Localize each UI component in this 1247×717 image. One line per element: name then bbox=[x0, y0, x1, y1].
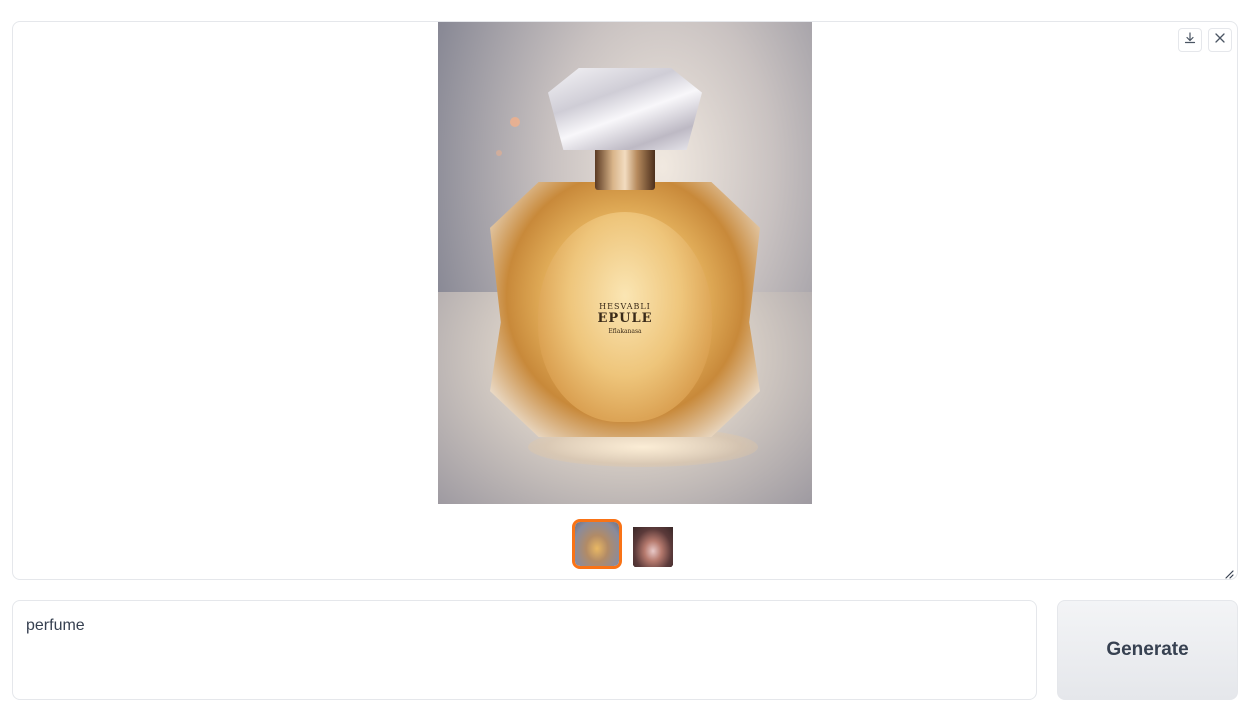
thumbnail-image-2 bbox=[633, 526, 673, 567]
prompt-input[interactable]: perfume bbox=[12, 600, 1037, 700]
thumbnail-image-1 bbox=[575, 522, 619, 566]
perfume-bottle-thumbnail[interactable] bbox=[572, 519, 622, 569]
perfume-portrait-thumbnail[interactable] bbox=[632, 519, 674, 569]
bottle-label-line2: EPULE bbox=[597, 311, 653, 326]
download-button[interactable] bbox=[1178, 28, 1202, 52]
download-icon bbox=[1184, 31, 1196, 49]
bokeh-sparkle bbox=[510, 117, 520, 127]
bottle-label-line3: Eflakanasa bbox=[608, 328, 642, 335]
bottle-cap bbox=[548, 68, 702, 150]
generated-image[interactable]: HESVABLI EPULE Eflakanasa bbox=[438, 22, 812, 504]
generate-button[interactable]: Generate bbox=[1057, 600, 1238, 700]
close-icon bbox=[1214, 31, 1226, 49]
bottle-label: HESVABLI EPULE Eflakanasa bbox=[575, 302, 675, 335]
image-gallery: HESVABLI EPULE Eflakanasa bbox=[12, 21, 1238, 580]
bokeh-sparkle bbox=[496, 150, 502, 156]
thumbnail-strip bbox=[572, 519, 674, 569]
close-button[interactable] bbox=[1208, 28, 1232, 52]
prompt-value: perfume bbox=[26, 617, 85, 634]
resize-handle-icon[interactable] bbox=[1224, 566, 1234, 579]
bottle-neck bbox=[595, 146, 655, 190]
bottle-label-line1: HESVABLI bbox=[599, 302, 651, 311]
